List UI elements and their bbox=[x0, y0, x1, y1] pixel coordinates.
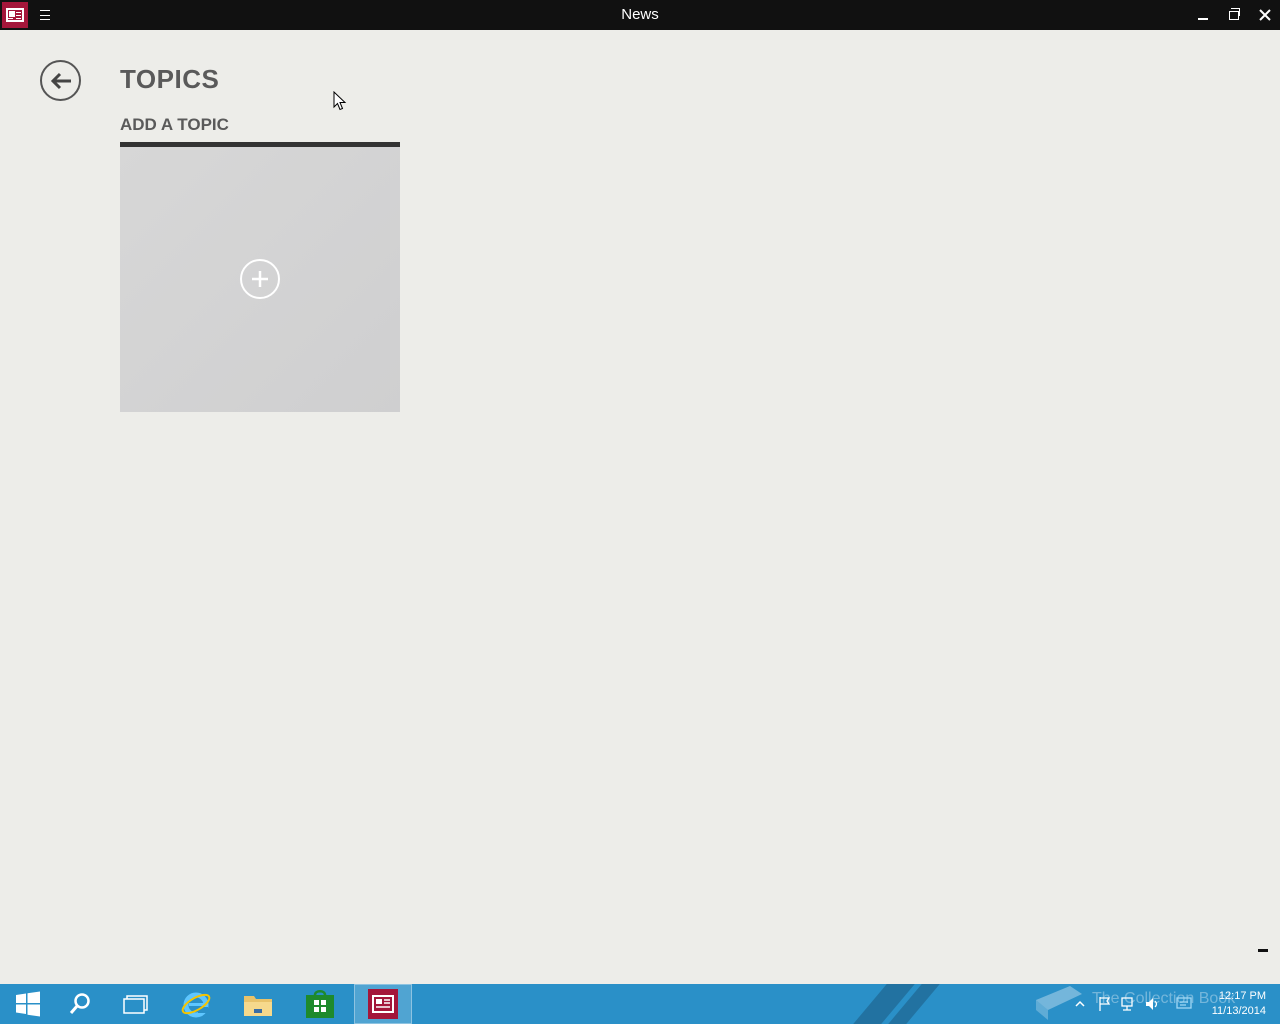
search-button[interactable] bbox=[52, 984, 108, 1024]
plus-circle-icon bbox=[240, 259, 280, 299]
section-title: ADD A TOPIC bbox=[120, 115, 229, 134]
internet-explorer-icon bbox=[181, 992, 211, 1018]
close-icon bbox=[1259, 9, 1271, 21]
folder-icon bbox=[244, 996, 272, 1016]
file-explorer-button[interactable] bbox=[230, 984, 286, 1024]
semantic-zoom-button[interactable] bbox=[1253, 940, 1273, 960]
flag-icon[interactable] bbox=[1098, 996, 1112, 1012]
action-center-icon[interactable] bbox=[1176, 996, 1192, 1012]
mouse-cursor-icon bbox=[333, 91, 347, 111]
restore-icon bbox=[1229, 7, 1240, 20]
task-view-button[interactable] bbox=[108, 984, 164, 1024]
system-tray: The Collection Book 12:17 PM 11/13/2014 bbox=[1020, 984, 1280, 1024]
page-title: TOPICS bbox=[120, 64, 220, 94]
clock[interactable]: 12:17 PM 11/13/2014 bbox=[1212, 989, 1266, 1019]
store-button[interactable] bbox=[292, 984, 348, 1024]
minus-icon bbox=[1258, 948, 1268, 952]
restore-button[interactable] bbox=[1219, 0, 1249, 30]
clock-time: 12:17 PM bbox=[1218, 990, 1266, 1002]
window-title: News bbox=[621, 6, 659, 23]
minimize-button[interactable] bbox=[1188, 0, 1218, 30]
close-button[interactable] bbox=[1250, 0, 1280, 30]
back-arrow-icon bbox=[50, 72, 71, 89]
show-hidden-icons-icon[interactable] bbox=[1075, 1000, 1085, 1008]
windows-logo-icon bbox=[16, 991, 40, 1017]
back-button[interactable] bbox=[40, 60, 81, 101]
title-bar: News bbox=[0, 0, 1280, 30]
news-taskbar-button[interactable] bbox=[354, 984, 412, 1024]
taskbar: The Collection Book 12:17 PM 11/13/2014 bbox=[0, 984, 1280, 1024]
search-icon bbox=[69, 993, 90, 1014]
task-view-icon bbox=[123, 995, 148, 1014]
add-topic-tile[interactable] bbox=[120, 147, 400, 412]
clock-date: 11/13/2014 bbox=[1211, 1005, 1266, 1017]
minimize-icon bbox=[1198, 18, 1208, 20]
internet-explorer-button[interactable] bbox=[168, 984, 224, 1024]
store-icon bbox=[306, 990, 334, 1018]
news-icon bbox=[368, 989, 398, 1019]
volume-icon[interactable] bbox=[1144, 996, 1160, 1012]
start-button[interactable] bbox=[0, 984, 56, 1024]
network-icon[interactable] bbox=[1120, 996, 1136, 1012]
